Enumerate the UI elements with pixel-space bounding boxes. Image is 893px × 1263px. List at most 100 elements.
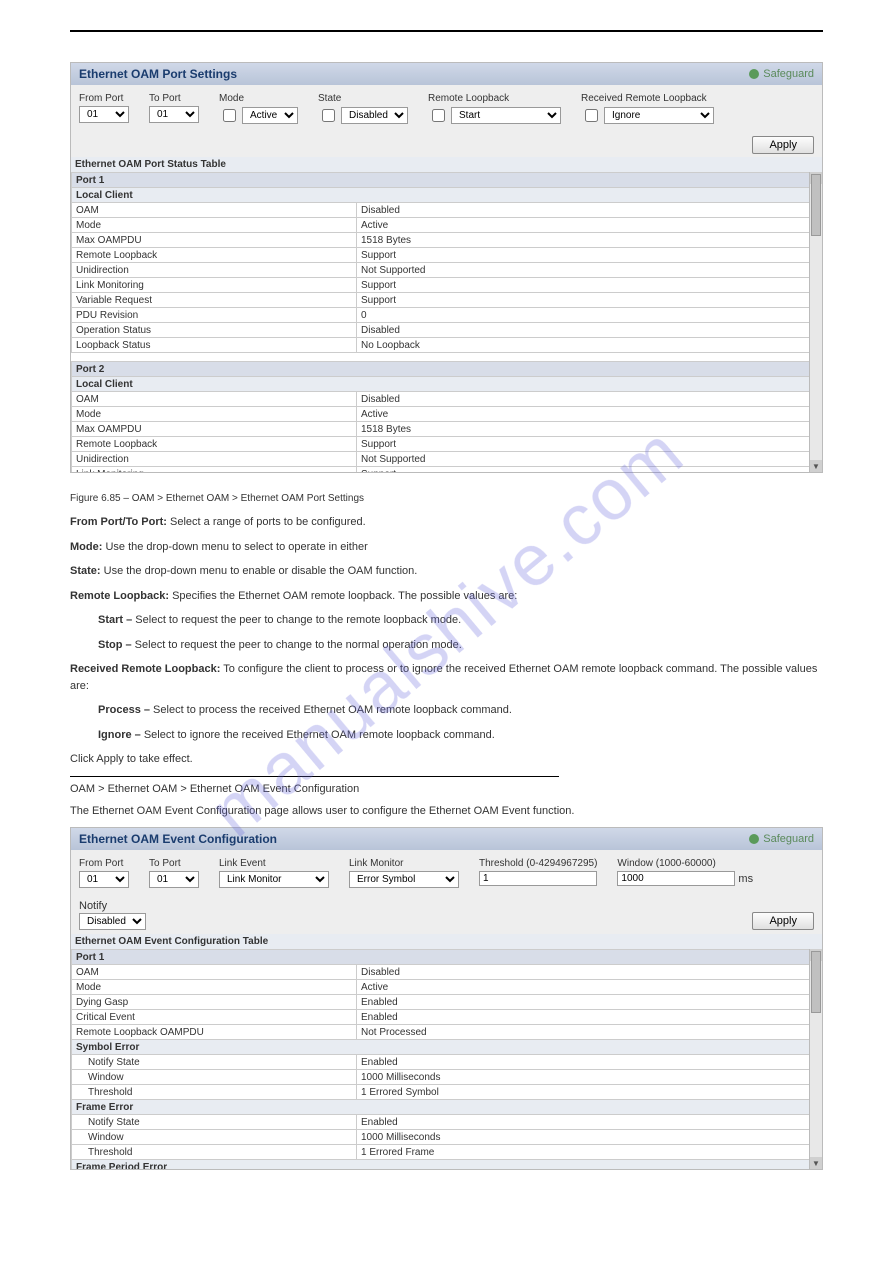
to-port-ctrl: To Port 01 bbox=[149, 858, 199, 888]
safeguard-label: Safeguard bbox=[763, 833, 814, 845]
section-breadcrumb: OAM > Ethernet OAM > Ethernet OAM Event … bbox=[70, 783, 823, 795]
scroll-thumb[interactable] bbox=[811, 174, 821, 236]
sub-paragraph: Ignore – Select to ignore the received E… bbox=[70, 727, 823, 744]
table-row: Link MonitoringSupport bbox=[72, 278, 822, 293]
table-row: Critical EventEnabled bbox=[72, 1010, 822, 1025]
table-row: Operation StatusDisabled bbox=[72, 323, 822, 338]
recv-remote-loopback-label: Received Remote Loopback bbox=[581, 93, 714, 104]
safeguard-label: Safeguard bbox=[763, 68, 814, 80]
event-table-wrap: Port 1 OAMDisabled ModeActive Dying Gasp… bbox=[71, 949, 822, 1169]
event-table-title: Ethernet OAM Event Configuration Table bbox=[71, 934, 822, 949]
table-row: Link MonitoringSupport bbox=[72, 467, 822, 473]
document-page: Ethernet OAM Port Settings Safeguard Fro… bbox=[0, 0, 893, 1230]
to-port-label: To Port bbox=[149, 93, 199, 104]
sub-paragraph: Process – Select to process the received… bbox=[70, 702, 823, 719]
table-row: OAMDisabled bbox=[72, 965, 822, 980]
panel-header: Ethernet OAM Event Configuration Safegua… bbox=[71, 828, 822, 850]
threshold-input[interactable] bbox=[479, 871, 597, 886]
link-monitor-label: Link Monitor bbox=[349, 858, 459, 869]
link-event-select[interactable]: Link Monitor bbox=[219, 871, 329, 888]
safeguard-icon bbox=[749, 69, 759, 79]
from-port-select[interactable]: 01 bbox=[79, 106, 129, 123]
recv-remote-loopback-ctrl: Received Remote Loopback Ignore bbox=[581, 93, 714, 125]
event-table: Port 1 OAMDisabled ModeActive Dying Gasp… bbox=[71, 949, 822, 1169]
controls-row: From Port 01 To Port 01 Mode Active Stat… bbox=[71, 85, 822, 133]
notify-select[interactable]: Disabled bbox=[79, 913, 146, 930]
table-row: OAMDisabled bbox=[72, 203, 822, 218]
paragraph: Received Remote Loopback: To configure t… bbox=[70, 661, 823, 694]
figure-caption-1: Figure 6.85 – OAM > Ethernet OAM > Ether… bbox=[70, 493, 823, 504]
sub-paragraph: Start – Select to request the peer to ch… bbox=[70, 612, 823, 629]
table-row: ModeActive bbox=[72, 407, 822, 422]
link-monitor-select[interactable]: Error Symbol bbox=[349, 871, 459, 888]
threshold-label: Threshold (0-4294967295) bbox=[479, 858, 597, 869]
frame-error-header: Frame Error bbox=[72, 1100, 822, 1115]
apply-button[interactable]: Apply bbox=[752, 912, 814, 930]
table-row: Dying GaspEnabled bbox=[72, 995, 822, 1010]
port2-header: Port 2 bbox=[72, 362, 822, 377]
scroll-down-icon[interactable]: ▼ bbox=[810, 460, 822, 472]
apply-button[interactable]: Apply bbox=[752, 136, 814, 154]
to-port-select[interactable]: 01 bbox=[149, 871, 199, 888]
recv-remote-loopback-checkbox[interactable] bbox=[585, 109, 598, 122]
recv-remote-loopback-select[interactable]: Ignore bbox=[604, 107, 714, 124]
oam-port-settings-panel: Ethernet OAM Port Settings Safeguard Fro… bbox=[70, 62, 823, 473]
remote-loopback-select[interactable]: Start bbox=[451, 107, 561, 124]
apply-row: Apply bbox=[71, 133, 822, 157]
oam-event-config-panel: Ethernet OAM Event Configuration Safegua… bbox=[70, 827, 823, 1170]
table-row: Threshold1 Errored Symbol bbox=[72, 1085, 822, 1100]
paragraph: Mode: Use the drop-down menu to select t… bbox=[70, 539, 823, 556]
port1-header: Port 1 bbox=[72, 173, 822, 188]
table-row: ModeActive bbox=[72, 218, 822, 233]
safeguard-badge: Safeguard bbox=[749, 68, 814, 80]
state-label: State bbox=[318, 93, 408, 104]
panel-title: Ethernet OAM Event Configuration bbox=[79, 832, 277, 846]
table-row: Notify StateEnabled bbox=[72, 1055, 822, 1070]
table-row: Max OAMPDU1518 Bytes bbox=[72, 233, 822, 248]
port2-localclient: Local Client bbox=[72, 377, 822, 392]
safeguard-badge: Safeguard bbox=[749, 833, 814, 845]
port1-localclient: Local Client bbox=[72, 188, 822, 203]
table-row: Window1000 Milliseconds bbox=[72, 1070, 822, 1085]
mode-checkbox[interactable] bbox=[223, 109, 236, 122]
paragraph: State: Use the drop-down menu to enable … bbox=[70, 563, 823, 580]
scroll-down-icon[interactable]: ▼ bbox=[810, 1157, 822, 1169]
from-port-label: From Port bbox=[79, 858, 129, 869]
to-port-label: To Port bbox=[149, 858, 199, 869]
scrollbar[interactable]: ▲ ▼ bbox=[809, 172, 822, 472]
state-ctrl: State Disabled bbox=[318, 93, 408, 125]
table-row: Remote LoopbackSupport bbox=[72, 437, 822, 452]
table-row: Remote LoopbackSupport bbox=[72, 248, 822, 263]
from-port-ctrl: From Port 01 bbox=[79, 858, 129, 888]
ms-label: ms bbox=[738, 873, 753, 885]
remote-loopback-label: Remote Loopback bbox=[428, 93, 561, 104]
scroll-thumb[interactable] bbox=[811, 951, 821, 1013]
state-checkbox[interactable] bbox=[322, 109, 335, 122]
top-rule bbox=[70, 30, 823, 32]
table-row: Remote Loopback OAMPDUNot Processed bbox=[72, 1025, 822, 1040]
remote-loopback-ctrl: Remote Loopback Start bbox=[428, 93, 561, 125]
status-table: Port 1 Local Client OAMDisabled ModeActi… bbox=[71, 172, 822, 472]
table-row: Loopback StatusNo Loopback bbox=[72, 338, 822, 353]
status-table-wrap: Port 1 Local Client OAMDisabled ModeActi… bbox=[71, 172, 822, 472]
window-ctrl: Window (1000-60000) ms bbox=[617, 858, 753, 886]
notify-row: Notify Disabled Apply bbox=[71, 896, 822, 934]
link-event-label: Link Event bbox=[219, 858, 329, 869]
scrollbar[interactable]: ▲ ▼ bbox=[809, 949, 822, 1169]
paragraph: From Port/To Port: Select a range of por… bbox=[70, 514, 823, 531]
remote-loopback-checkbox[interactable] bbox=[432, 109, 445, 122]
mode-select[interactable]: Active bbox=[242, 107, 298, 124]
table-row: UnidirectionNot Supported bbox=[72, 452, 822, 467]
table-row: Max OAMPDU1518 Bytes bbox=[72, 422, 822, 437]
window-input[interactable] bbox=[617, 871, 735, 886]
mode-ctrl: Mode Active bbox=[219, 93, 298, 125]
table-row: Variable RequestSupport bbox=[72, 293, 822, 308]
table-row: OAMDisabled bbox=[72, 392, 822, 407]
status-table-title: Ethernet OAM Port Status Table bbox=[71, 157, 822, 172]
from-port-select[interactable]: 01 bbox=[79, 871, 129, 888]
state-select[interactable]: Disabled bbox=[341, 107, 408, 124]
to-port-select[interactable]: 01 bbox=[149, 106, 199, 123]
panel-title: Ethernet OAM Port Settings bbox=[79, 67, 237, 81]
notify-label: Notify bbox=[79, 900, 814, 912]
safeguard-icon bbox=[749, 834, 759, 844]
